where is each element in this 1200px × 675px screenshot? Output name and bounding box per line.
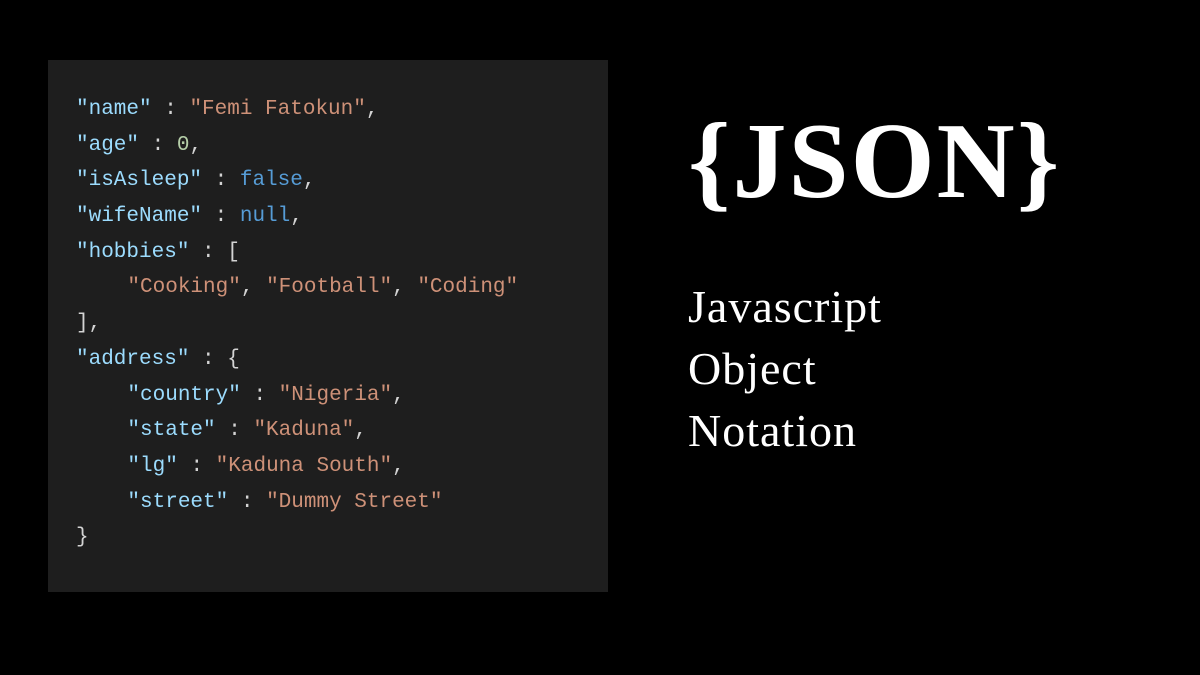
json-key: "age" xyxy=(76,134,139,157)
json-key: "country" xyxy=(127,384,240,407)
json-key: "wifeName" xyxy=(76,205,202,228)
code-line-wifename: "wifeName" : null, xyxy=(76,199,580,235)
code-line-isasleep: "isAsleep" : false, xyxy=(76,163,580,199)
title-panel: {JSON} Javascript Object Notation xyxy=(608,48,1152,462)
json-key: "lg" xyxy=(127,455,177,478)
json-key: "address" xyxy=(76,348,189,371)
json-key: "state" xyxy=(127,419,215,442)
subtitle-line: Notation xyxy=(688,400,1152,462)
code-line-lg: "lg" : "Kaduna South", xyxy=(76,449,580,485)
json-value: "Coding" xyxy=(417,276,518,299)
json-value: "Cooking" xyxy=(127,276,240,299)
json-heading: {JSON} xyxy=(688,108,1152,216)
json-subtitle: Javascript Object Notation xyxy=(688,276,1152,462)
json-value: "Dummy Street" xyxy=(266,491,442,514)
code-line-hobbies-items: "Cooking", "Football", "Coding" xyxy=(76,270,580,306)
subtitle-line: Javascript xyxy=(688,276,1152,338)
json-value: "Kaduna" xyxy=(253,419,354,442)
json-value: "Nigeria" xyxy=(279,384,392,407)
json-value: "Kaduna South" xyxy=(216,455,392,478)
json-key: "street" xyxy=(127,491,228,514)
code-line-age: "age" : 0, xyxy=(76,128,580,164)
subtitle-line: Object xyxy=(688,338,1152,400)
code-line-hobbies-close: ], xyxy=(76,306,580,342)
code-line-address-open: "address" : { xyxy=(76,342,580,378)
code-panel: "name" : "Femi Fatokun", "age" : 0, "isA… xyxy=(48,60,608,592)
json-key: "isAsleep" xyxy=(76,169,202,192)
json-key: "hobbies" xyxy=(76,241,189,264)
json-value: "Femi Fatokun" xyxy=(189,98,365,121)
code-line-country: "country" : "Nigeria", xyxy=(76,378,580,414)
json-value: false xyxy=(240,169,303,192)
json-value: null xyxy=(240,205,290,228)
code-line-hobbies-open: "hobbies" : [ xyxy=(76,235,580,271)
json-value: "Football" xyxy=(266,276,392,299)
code-line-name: "name" : "Femi Fatokun", xyxy=(76,92,580,128)
code-line-address-close: } xyxy=(76,520,580,556)
code-line-state: "state" : "Kaduna", xyxy=(76,413,580,449)
code-line-street: "street" : "Dummy Street" xyxy=(76,485,580,521)
json-value: 0 xyxy=(177,134,190,157)
json-key: "name" xyxy=(76,98,152,121)
